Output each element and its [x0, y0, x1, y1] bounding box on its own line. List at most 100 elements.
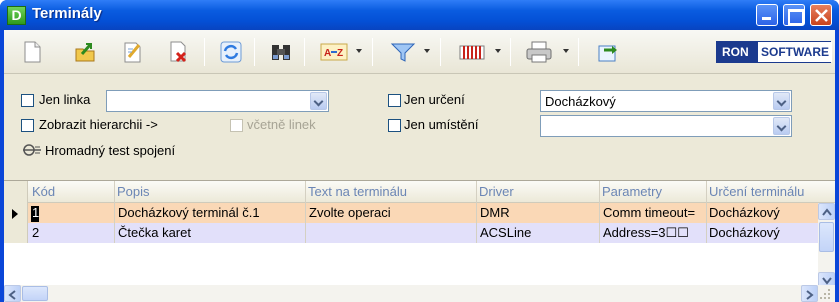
print-dropdown-arrow[interactable] [563, 49, 569, 53]
toolbar-separator [440, 38, 441, 66]
cell-text[interactable]: Zvolte operaci [309, 205, 474, 220]
header-indicator [4, 181, 28, 203]
export-button[interactable] [592, 37, 622, 67]
column-header-kod[interactable]: Kód [32, 184, 114, 199]
terminals-table: Kód Popis Text na terminálu Driver Param… [4, 180, 835, 302]
toolbar-separator [372, 38, 373, 66]
svg-text:Z: Z [337, 48, 343, 59]
delete-document-icon [170, 41, 187, 63]
column-header-popis[interactable]: Popis [117, 184, 302, 199]
column-header-urceni[interactable]: Určení terminálu [709, 184, 815, 199]
jen-umisteni-checkbox[interactable] [388, 119, 401, 132]
edit-button[interactable] [118, 37, 148, 67]
filter-button[interactable] [386, 37, 416, 67]
print-icon [526, 41, 552, 63]
cell-kod[interactable]: 2 [32, 225, 112, 240]
column-divider [305, 181, 306, 243]
horizontal-scrollbar[interactable] [4, 285, 835, 302]
resize-grip-icon[interactable] [819, 288, 831, 300]
jen-urceni-label: Jen určení [404, 92, 465, 107]
minimize-button[interactable] [756, 4, 778, 26]
export-icon [598, 45, 617, 62]
zobrazit-hierarchii-label: Zobrazit hierarchii -> [39, 117, 158, 132]
jen-linka-checkbox[interactable] [21, 94, 34, 107]
cell-urceni[interactable]: Docházkový [709, 205, 815, 220]
linka-select[interactable] [106, 90, 329, 112]
cell-popis[interactable]: Docházkový terminál č.1 [118, 205, 303, 220]
refresh-icon [220, 41, 242, 63]
toolbar-separator [204, 38, 205, 66]
filter-dropdown-arrow[interactable] [424, 49, 430, 53]
open-folder-icon [75, 43, 95, 62]
cell-driver[interactable]: DMR [480, 205, 597, 220]
toolbar-separator [304, 38, 305, 66]
close-button[interactable] [810, 4, 832, 26]
urceni-select[interactable]: Docházkový [540, 90, 792, 112]
column-divider [114, 181, 115, 243]
cell-urceni[interactable]: Docházkový [709, 225, 815, 240]
scroll-up-button[interactable] [818, 203, 835, 220]
cell-parametry[interactable]: Comm timeout= [603, 205, 707, 220]
maximize-button[interactable] [783, 4, 805, 26]
horizontal-scroll-thumb[interactable] [22, 286, 48, 301]
find-button[interactable] [266, 37, 296, 67]
cell-parametry[interactable]: Address=3☐☐ [603, 225, 707, 241]
vertical-scrollbar[interactable] [818, 203, 835, 289]
vcetne-linek-checkbox[interactable] [230, 119, 243, 132]
filter-panel: Jen linka Jen určení Docházkový Zobrazit… [4, 76, 835, 176]
client-area: AZ RON SOFTWARE Jen linka Jen určení Doc… [4, 30, 835, 302]
sort-button[interactable]: AZ [316, 37, 348, 67]
jen-linka-label: Jen linka [39, 92, 91, 107]
column-header-driver[interactable]: Driver [479, 184, 599, 199]
sort-az-icon: AZ [320, 43, 348, 61]
refresh-button[interactable] [216, 37, 246, 67]
binoculars-icon [272, 45, 290, 60]
toolbar-separator [510, 38, 511, 66]
app-icon: D [7, 6, 26, 25]
chevron-left-icon [8, 290, 16, 300]
new-button[interactable] [18, 37, 48, 67]
columns-icon [459, 45, 485, 60]
cell-kod[interactable]: 1 [32, 205, 42, 220]
sort-dropdown-arrow[interactable] [356, 49, 362, 53]
toolbar-separator [254, 38, 255, 66]
print-button[interactable] [522, 37, 552, 67]
cell-driver[interactable]: ACSLine [480, 225, 597, 240]
delete-button[interactable] [164, 37, 194, 67]
vcetne-linek-label: včetně linek [247, 117, 316, 132]
close-icon [815, 9, 828, 22]
column-divider [599, 181, 600, 243]
umisteni-select[interactable] [540, 115, 792, 137]
column-divider [476, 181, 477, 243]
jen-urceni-checkbox[interactable] [388, 94, 401, 107]
columns-button[interactable] [454, 37, 485, 67]
chevron-down-icon[interactable] [773, 117, 790, 135]
edit-document-icon [124, 42, 141, 63]
filter-icon [390, 43, 416, 62]
chevron-down-icon[interactable] [310, 92, 327, 110]
open-button[interactable] [70, 37, 100, 67]
scroll-right-button[interactable] [801, 285, 818, 302]
toolbar: AZ RON SOFTWARE [4, 30, 835, 74]
current-row-arrow-icon [12, 209, 18, 219]
column-header-text[interactable]: Text na terminálu [308, 184, 474, 199]
scroll-left-button[interactable] [4, 285, 21, 302]
ron-software-logo: RON SOFTWARE [716, 41, 832, 63]
vertical-scroll-thumb[interactable] [819, 222, 834, 252]
window-title: Terminály [32, 5, 102, 22]
column-header-parametry[interactable]: Parametry [602, 184, 706, 199]
chevron-right-icon [806, 290, 814, 300]
zobrazit-hierarchii-checkbox[interactable] [21, 119, 34, 132]
connection-test-icon [23, 144, 41, 156]
svg-text:A: A [324, 48, 331, 59]
new-document-icon [24, 41, 41, 63]
jen-umisteni-label: Jen umístění [404, 117, 479, 132]
chevron-down-icon[interactable] [773, 92, 790, 110]
toolbar-separator [578, 38, 579, 66]
title-bar[interactable]: D Terminály [0, 0, 839, 30]
columns-dropdown-arrow[interactable] [495, 49, 501, 53]
cell-popis[interactable]: Čtečka karet [118, 225, 303, 240]
terminaly-window: D Terminály A Z RON SOFTWARE Jen linka J… [0, 0, 839, 302]
chevron-up-icon [822, 208, 832, 216]
chevron-down-icon [822, 277, 832, 285]
